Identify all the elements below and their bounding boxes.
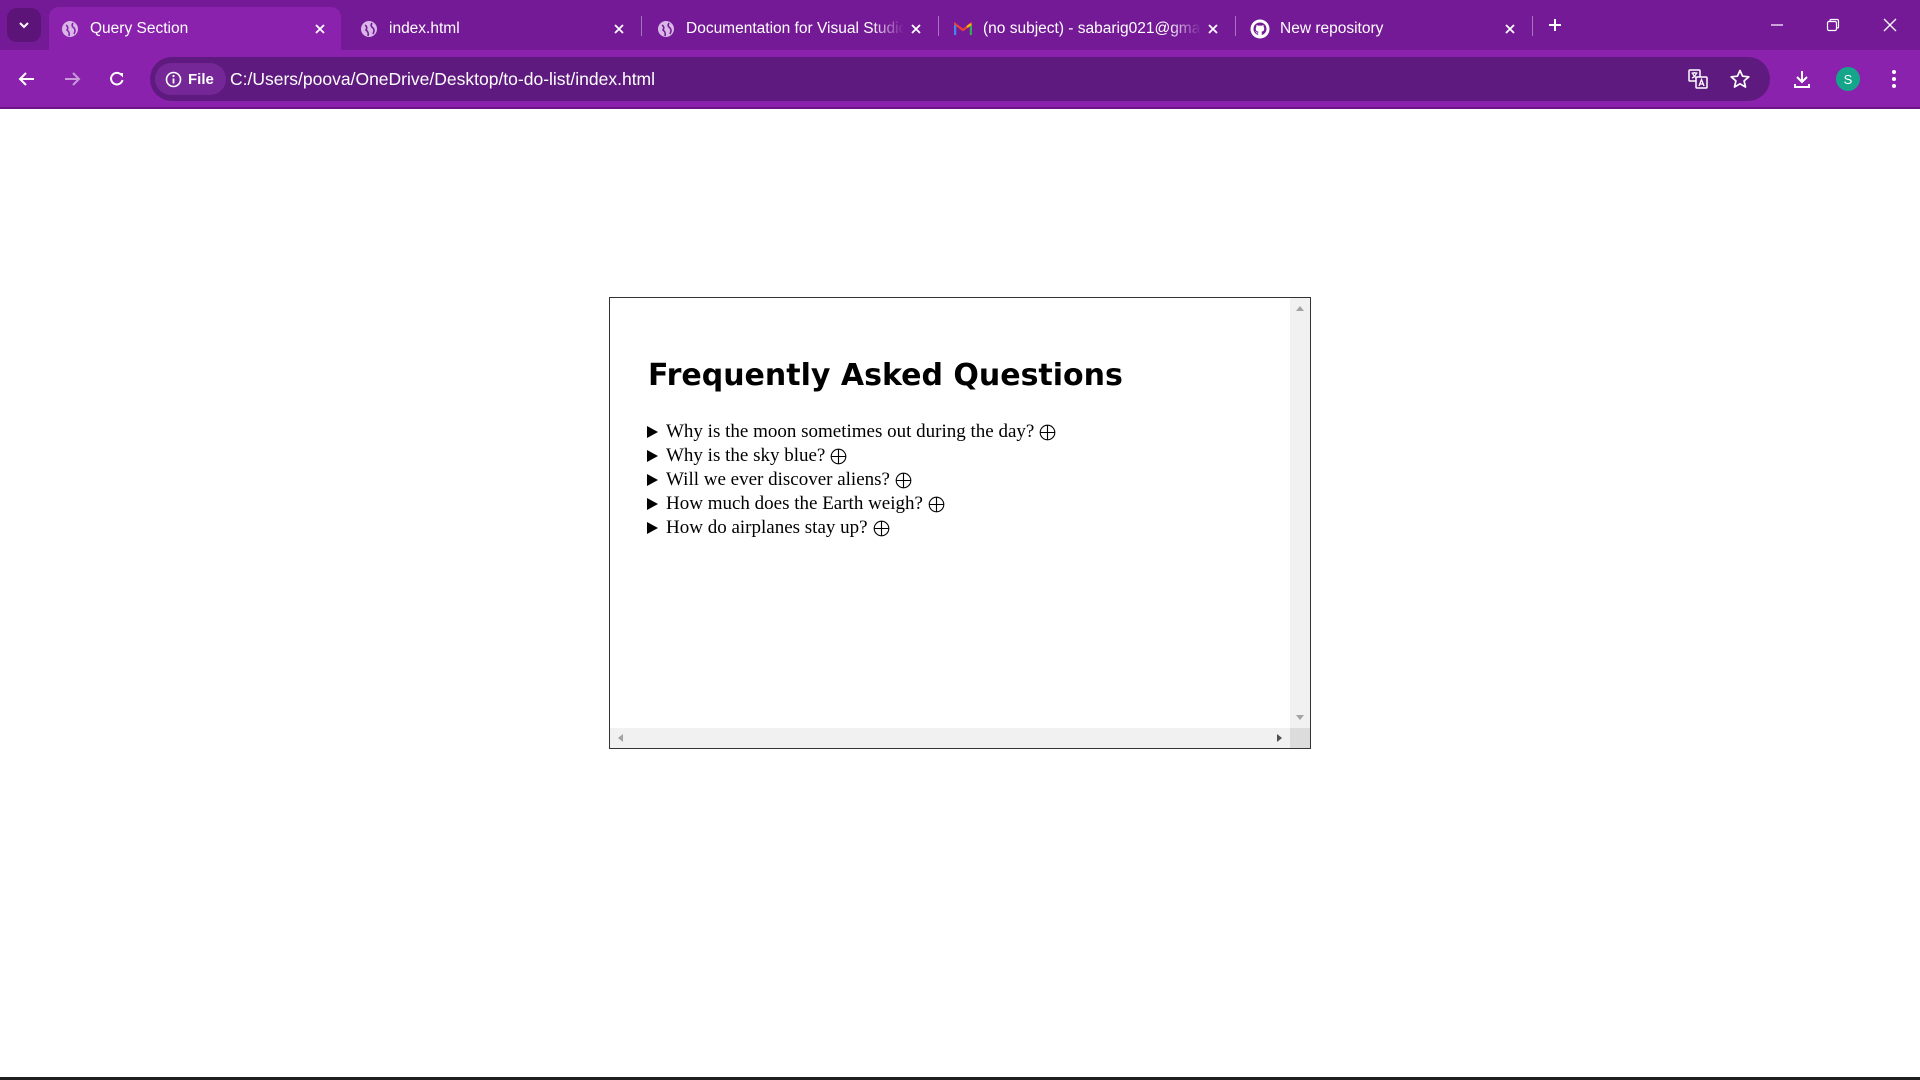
tab-label: New repository <box>1280 19 1384 37</box>
star-icon <box>1730 69 1750 88</box>
tab-documentation[interactable]: Documentation for Visual Studio <box>645 7 937 50</box>
arrow-right-icon <box>65 72 81 86</box>
scroll-down-arrow-icon[interactable] <box>1296 715 1304 720</box>
faq-list: Why is the moon sometimes out during the… <box>647 420 1056 540</box>
address-bar[interactable]: File C:/Users/poova/OneDrive/Desktop/to-… <box>150 57 1770 101</box>
menu-button[interactable] <box>1878 63 1910 95</box>
tab-separator <box>1235 16 1236 36</box>
disclosure-triangle-icon <box>647 522 658 534</box>
translate-button[interactable] <box>1686 67 1710 91</box>
plus-circle-icon <box>928 496 945 513</box>
tab-label: Query Section <box>90 19 189 37</box>
tab-new-repository[interactable]: New repository <box>1239 7 1531 50</box>
page-viewport: Frequently Asked Questions Why is the mo… <box>0 109 1920 1080</box>
faq-question-text: Why is the sky blue? <box>666 445 826 466</box>
profile-avatar[interactable]: S <box>1836 67 1860 91</box>
url-text[interactable]: C:/Users/poova/OneDrive/Desktop/to-do-li… <box>230 57 655 101</box>
disclosure-triangle-icon <box>647 474 658 486</box>
forward-button[interactable] <box>56 63 88 95</box>
scroll-right-arrow-icon[interactable] <box>1277 734 1282 742</box>
close-icon <box>1883 18 1897 32</box>
disclosure-triangle-icon <box>647 498 658 510</box>
scroll-up-arrow-icon[interactable] <box>1296 306 1304 311</box>
close-icon[interactable] <box>308 17 332 41</box>
faq-question[interactable]: Why is the moon sometimes out during the… <box>647 420 1056 444</box>
globe-icon <box>359 19 379 39</box>
close-icon[interactable] <box>1201 17 1225 41</box>
bookmark-button[interactable] <box>1728 67 1752 91</box>
faq-question-text: Will we ever discover aliens? <box>666 469 890 490</box>
minimize-button[interactable] <box>1749 0 1805 50</box>
faq-question[interactable]: How much does the Earth weigh? <box>647 492 1056 516</box>
tab-separator <box>1532 16 1533 36</box>
chevron-down-icon <box>19 22 29 29</box>
plus-circle-icon <box>830 448 847 465</box>
site-info-chip[interactable]: File <box>155 63 226 95</box>
faq-content: Frequently Asked Questions Why is the mo… <box>610 298 1290 728</box>
faq-question[interactable]: Will we ever discover aliens? <box>647 468 1056 492</box>
tab-index-html[interactable]: index.html <box>348 7 640 50</box>
tab-label: index.html <box>389 19 460 37</box>
tab-separator <box>641 16 642 36</box>
faq-question-text: How much does the Earth weigh? <box>666 493 923 514</box>
arrow-left-icon <box>18 72 34 86</box>
tab-gmail[interactable]: (no subject) - sabarig021@gmail.com <box>942 7 1234 50</box>
gmail-icon <box>953 19 973 39</box>
reload-icon <box>110 71 124 86</box>
page-title: Frequently Asked Questions <box>648 358 1123 393</box>
restore-button[interactable] <box>1805 0 1861 50</box>
close-icon[interactable] <box>904 17 928 41</box>
translate-icon <box>1688 69 1708 89</box>
github-icon <box>1250 19 1270 39</box>
minimize-icon <box>1771 24 1783 26</box>
back-button[interactable] <box>11 63 43 95</box>
browser-toolbar: File C:/Users/poova/OneDrive/Desktop/to-… <box>0 50 1920 108</box>
plus-circle-icon <box>1039 424 1056 441</box>
restore-icon <box>1826 18 1840 32</box>
close-icon[interactable] <box>607 17 631 41</box>
faq-question-text: Why is the moon sometimes out during the… <box>666 421 1035 442</box>
scroll-left-arrow-icon[interactable] <box>618 734 623 742</box>
faq-frame[interactable]: Frequently Asked Questions Why is the mo… <box>609 297 1311 749</box>
disclosure-triangle-icon <box>647 426 658 438</box>
site-chip-label: File <box>188 70 214 88</box>
tab-label: (no subject) - sabarig021@gmail.com <box>983 19 1201 37</box>
browser-tab-strip: Query Section index.html Documentation f… <box>0 0 1920 50</box>
plus-circle-icon <box>873 520 890 537</box>
faq-question[interactable]: How do airplanes stay up? <box>647 516 1056 540</box>
close-window-button[interactable] <box>1862 0 1918 50</box>
tab-separator <box>938 16 939 36</box>
tab-search-button[interactable] <box>7 8 41 42</box>
globe-icon <box>60 19 80 39</box>
new-tab-button[interactable] <box>1542 12 1568 38</box>
scrollbar-corner <box>1290 728 1310 748</box>
plus-circle-icon <box>895 472 912 489</box>
reload-button[interactable] <box>101 63 133 95</box>
download-icon <box>1794 71 1810 88</box>
vertical-scrollbar[interactable] <box>1290 298 1310 728</box>
more-vert-icon <box>1892 70 1896 88</box>
close-icon[interactable] <box>1498 17 1522 41</box>
tab-label: Documentation for Visual Studio <box>686 19 904 37</box>
downloads-button[interactable] <box>1786 63 1818 95</box>
globe-icon <box>656 19 676 39</box>
faq-question-text: How do airplanes stay up? <box>666 517 868 538</box>
plus-icon <box>1549 19 1561 31</box>
faq-question[interactable]: Why is the sky blue? <box>647 444 1056 468</box>
info-icon <box>165 71 182 87</box>
tab-query-section[interactable]: Query Section <box>49 7 341 50</box>
horizontal-scrollbar[interactable] <box>610 728 1290 748</box>
disclosure-triangle-icon <box>647 450 658 462</box>
